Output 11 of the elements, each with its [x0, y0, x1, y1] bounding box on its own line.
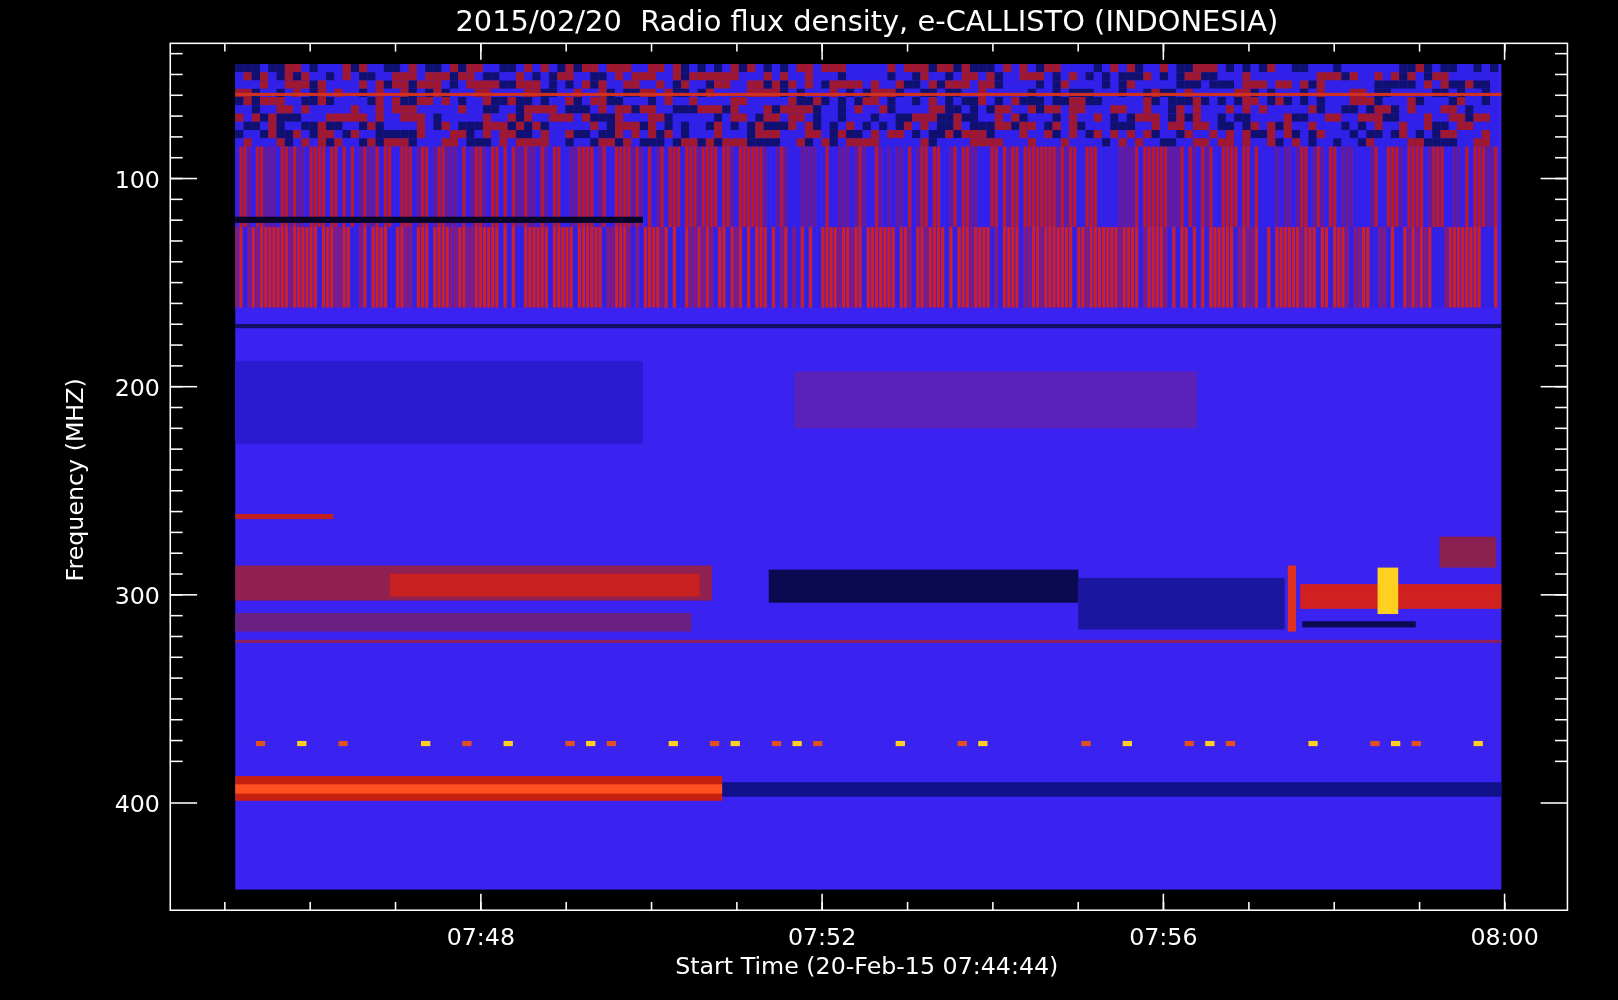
tick-label: 07:56	[1129, 923, 1198, 952]
tick-label: 100	[114, 165, 160, 194]
chart-title: 2015/02/20 Radio flux density, e-CALLISTO (INDONESIA)	[455, 3, 1279, 38]
tick-label: 400	[114, 790, 160, 819]
axis-label: Frequency (MHZ)	[60, 378, 89, 582]
tick-label: 08:00	[1470, 923, 1539, 952]
tick-label: 200	[114, 373, 160, 402]
axis-label: Start Time (20-Feb-15 07:44:44)	[675, 952, 1059, 981]
tick-label: 07:52	[787, 923, 857, 952]
tick-label: 07:48	[446, 923, 516, 952]
tick-label: 300	[114, 582, 160, 611]
